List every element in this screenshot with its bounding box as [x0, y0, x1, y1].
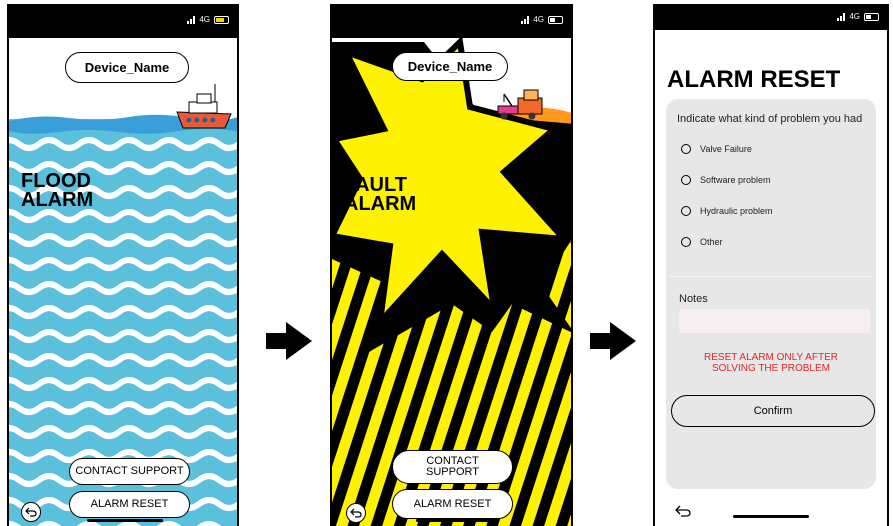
status-bar: 4G	[332, 4, 571, 38]
back-icon	[350, 508, 362, 518]
radio-button[interactable]	[681, 206, 691, 216]
battery-icon	[864, 12, 879, 21]
network-label: 4G	[849, 12, 860, 21]
status-bar: 4G	[9, 4, 237, 38]
back-button[interactable]	[346, 503, 366, 523]
battery-icon	[214, 15, 229, 24]
divider	[669, 276, 873, 277]
status-bar: 4G	[655, 4, 887, 30]
device-name-pill[interactable]: Device_Name	[65, 52, 189, 83]
alarm-reset-label: ALARM RESET	[90, 498, 169, 510]
boat-icon	[176, 84, 232, 129]
alarm-title: FLOOD ALARM	[21, 170, 94, 211]
back-button[interactable]	[21, 502, 41, 522]
back-icon	[25, 507, 37, 517]
arrow-right-icon	[590, 322, 636, 360]
radio-button[interactable]	[681, 144, 691, 154]
device-name-pill[interactable]: Device_Name	[392, 52, 508, 81]
signal-icon	[187, 15, 196, 24]
alarm-reset-label: ALARM RESET	[413, 497, 492, 510]
contact-support-button[interactable]: CONTACT SUPPORT	[69, 458, 190, 485]
radio-option[interactable]: Other	[681, 237, 723, 247]
contact-support-button[interactable]: CONTACT SUPPORT	[392, 450, 513, 484]
back-icon	[675, 505, 691, 517]
notes-field[interactable]	[679, 309, 870, 333]
warning-text: RESET ALARM ONLY AFTER SOLVING THE PROBL…	[704, 352, 838, 374]
home-indicator	[733, 515, 809, 518]
radio-label: Valve Failure	[700, 144, 752, 154]
battery-icon	[548, 15, 563, 24]
notes-label: Notes	[679, 293, 708, 305]
device-name: Device_Name	[407, 59, 493, 74]
status-indicators: 4G	[187, 15, 229, 24]
radio-button[interactable]	[681, 175, 691, 185]
network-label: 4G	[199, 15, 210, 24]
page-title: ALARM RESET	[667, 66, 841, 93]
arrow-right-icon	[266, 322, 312, 360]
signal-icon	[837, 12, 846, 21]
back-button[interactable]	[675, 504, 691, 522]
contact-support-label: CONTACT SUPPORT	[426, 455, 479, 478]
flood-alarm-screen: 4G Device_Name FLOOD ALARM CONTACT SUPPO…	[7, 4, 239, 526]
radio-option[interactable]: Hydraulic problem	[681, 206, 773, 216]
network-label: 4G	[533, 15, 544, 24]
contact-support-label: CONTACT SUPPORT	[75, 465, 184, 477]
device-name: Device_Name	[84, 60, 170, 75]
confirm-label: Confirm	[753, 405, 793, 417]
signal-icon	[521, 15, 530, 24]
radio-button[interactable]	[681, 237, 691, 247]
status-indicators: 4G	[837, 12, 879, 21]
alarm-reset-screen: 4G ALARM RESET Indicate what kind of pro…	[653, 4, 889, 526]
radio-label: Hydraulic problem	[700, 206, 773, 216]
radio-label: Software problem	[700, 175, 771, 185]
home-indicator	[416, 519, 492, 522]
radio-option[interactable]: Software problem	[681, 175, 771, 185]
fault-alarm-screen: 4G Device_Name FAULT ALARM CONTACT SUPPO…	[330, 4, 573, 526]
problem-question: Indicate what kind of problem you had	[677, 113, 863, 125]
radio-option[interactable]: Valve Failure	[681, 144, 752, 154]
alarm-reset-button[interactable]: ALARM RESET	[69, 491, 190, 518]
alarm-title: FAULT ALARM	[344, 174, 417, 215]
alarm-reset-button[interactable]: ALARM RESET	[392, 489, 513, 519]
home-indicator	[87, 519, 163, 522]
fault-background	[332, 35, 571, 526]
status-indicators: 4G	[521, 15, 563, 24]
confirm-button[interactable]: Confirm	[671, 395, 875, 427]
radio-label: Other	[700, 237, 723, 247]
